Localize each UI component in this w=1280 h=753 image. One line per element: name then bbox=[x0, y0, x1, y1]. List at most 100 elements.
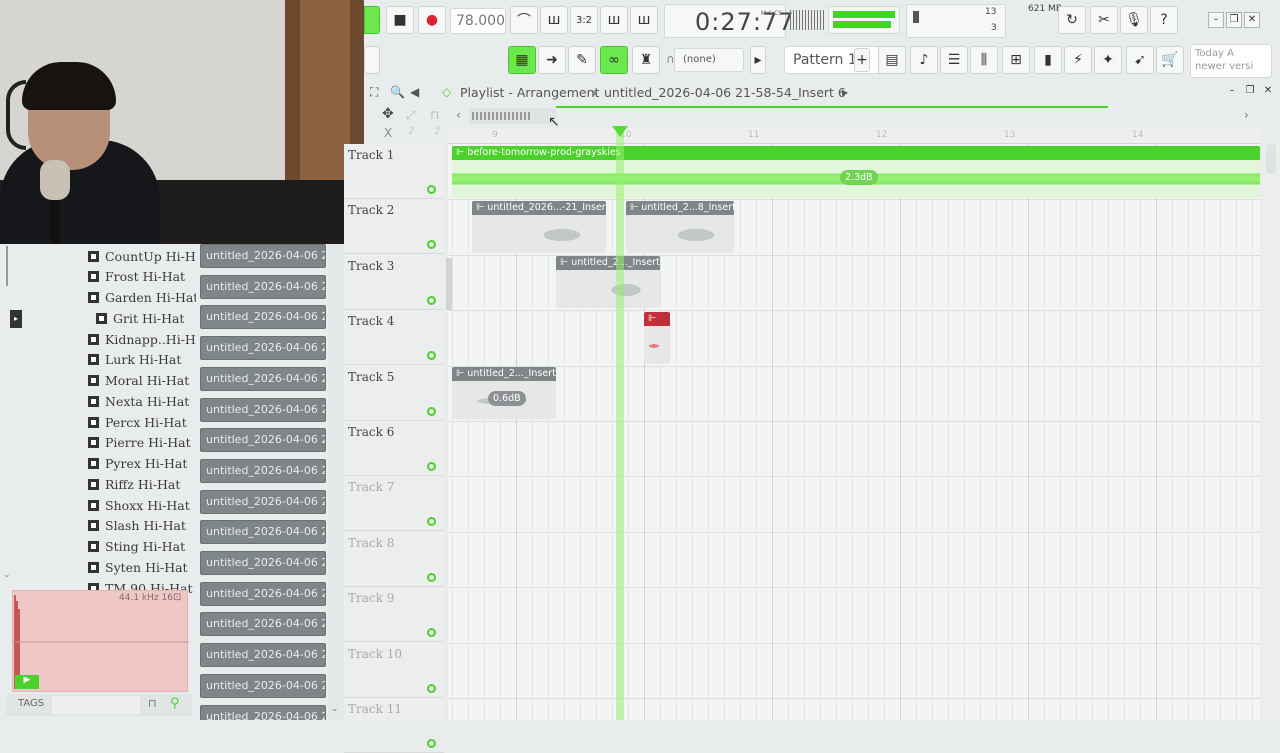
track-resize-handle[interactable] bbox=[446, 258, 452, 310]
time-display[interactable]: 0:27:77 M:S:CS bbox=[664, 4, 794, 38]
scroll-down-arrow-icon[interactable]: ⌄ bbox=[331, 704, 339, 714]
add-pattern-button[interactable]: + bbox=[854, 48, 870, 72]
mute-x-icon[interactable]: X bbox=[384, 126, 392, 140]
browser-item[interactable]: Kidnapp..Hi-Hat bbox=[88, 329, 208, 349]
track-mute-icon[interactable] bbox=[427, 295, 436, 305]
scroll-right-icon[interactable]: › bbox=[1244, 108, 1249, 122]
clip-source-item[interactable]: untitled_2026-04-06 21-... bbox=[200, 489, 326, 514]
track-mute-icon[interactable] bbox=[427, 628, 436, 638]
browser-item[interactable]: Garden Hi-Hat bbox=[88, 288, 198, 308]
browser-item[interactable]: Grit Hi-Hat bbox=[96, 308, 184, 328]
countdown-button[interactable]: 3:2 bbox=[570, 6, 598, 34]
clip-source-item[interactable]: untitled_2026-04-06 21-... bbox=[200, 643, 326, 668]
browser-item[interactable]: Percx Hi-Hat bbox=[88, 412, 187, 432]
stop-button[interactable]: ■ bbox=[386, 6, 414, 34]
search-icon[interactable]: ⚲ bbox=[170, 696, 180, 711]
track-mute-icon[interactable] bbox=[427, 683, 436, 693]
shop-button[interactable]: 🛒 bbox=[1156, 46, 1184, 74]
zoom-icon[interactable]: 🔍 bbox=[390, 85, 405, 99]
clip-source-item[interactable]: untitled_2026-04-06 21-... bbox=[200, 673, 326, 698]
browser-item[interactable]: Lurk Hi-Hat bbox=[88, 350, 181, 370]
clip-source-item[interactable]: untitled_2026-04-06 21-... bbox=[200, 397, 326, 422]
overview-scrollbar-thumb[interactable] bbox=[470, 108, 556, 124]
cut-tool-button[interactable]: ✂ bbox=[1090, 6, 1118, 34]
playlist-vertical-scrollbar[interactable] bbox=[1262, 144, 1280, 720]
step-edit-button[interactable]: ш bbox=[600, 6, 628, 34]
browser-item[interactable]: Pierre Hi-Hat bbox=[88, 433, 191, 453]
track-mute-icon[interactable] bbox=[427, 517, 436, 527]
browser-item[interactable]: Shoxx Hi-Hat bbox=[88, 495, 190, 515]
typing-keyboard-button[interactable]: ♜ bbox=[632, 46, 660, 74]
slip-icon[interactable]: ⤢ bbox=[406, 108, 416, 123]
playlist-minimize-button[interactable]: – bbox=[1224, 84, 1240, 100]
preview-menu-icon[interactable]: ⊡ bbox=[173, 592, 181, 603]
help-button[interactable]: ? bbox=[1150, 6, 1178, 34]
browser-item[interactable]: Syten Hi-Hat bbox=[88, 557, 188, 577]
clip-1-gain[interactable]: 2.3dB bbox=[840, 170, 878, 185]
channel-rack-button[interactable]: ☰ bbox=[940, 46, 968, 74]
audio-clip-1[interactable]: ⊩ before-tomorrow-prod-grayskies 2.3dB bbox=[452, 146, 1260, 198]
playlist-mode-button[interactable]: ▦ bbox=[508, 46, 536, 74]
pencil-tool-button[interactable]: ✎ bbox=[568, 46, 596, 74]
preview-play-icon[interactable]: ▶ bbox=[15, 675, 39, 689]
track-mute-icon[interactable] bbox=[427, 185, 436, 194]
clip-source-item[interactable]: untitled_2026-04-06 21-... bbox=[200, 244, 326, 268]
glue-icon[interactable]: ⊓ bbox=[430, 108, 439, 122]
clip-source-item[interactable]: untitled_2026-04-06 21-... bbox=[200, 305, 326, 330]
clip-6-gain[interactable]: 0.6dB bbox=[488, 391, 526, 406]
timeline-ruler[interactable]: 9 10 11 12 13 14 bbox=[448, 128, 1260, 144]
snap-selector[interactable]: (none) bbox=[674, 48, 744, 72]
track-header[interactable]: Track 8 bbox=[344, 532, 444, 587]
track-header[interactable]: Track 2 bbox=[344, 199, 444, 255]
clip-source-item[interactable]: untitled_2026-04-06 21-... bbox=[200, 458, 326, 483]
close-button[interactable]: ✕ bbox=[1244, 12, 1260, 28]
track-header[interactable]: Track 1 bbox=[344, 144, 444, 199]
audio-clip-6[interactable]: ⊩ untitled_2..._Insert 6 0.6dB bbox=[452, 367, 556, 419]
clip-source-item[interactable]: untitled_2026-04-06 21-... bbox=[200, 336, 326, 361]
mixer-button[interactable]: ⫼ bbox=[970, 46, 998, 74]
scroll-left-icon[interactable]: ‹ bbox=[456, 108, 461, 122]
piano-roll-button[interactable]: ♪ bbox=[910, 46, 938, 74]
speaker-icon[interactable]: ◀ bbox=[410, 85, 419, 99]
arrangement-grid[interactable]: ⊩ before-tomorrow-prod-grayskies 2.3dB ⊩… bbox=[448, 144, 1260, 720]
metronome-button[interactable]: ⌒ bbox=[510, 6, 538, 34]
mute-icon[interactable]: ♪ bbox=[408, 126, 414, 137]
track-header[interactable]: Track 6 bbox=[344, 421, 444, 476]
browser-item[interactable]: Riffz Hi-Hat bbox=[88, 474, 180, 494]
expand-arrow-icon[interactable]: ▸ bbox=[10, 310, 22, 328]
playlist-button[interactable]: ▤ bbox=[878, 46, 906, 74]
undo-history-button[interactable]: ↻ bbox=[1058, 6, 1086, 34]
pattern-prev-button[interactable]: ▸ bbox=[750, 46, 766, 74]
track-header[interactable]: Track 4 bbox=[344, 310, 444, 366]
audio-clip-5[interactable]: ⊩ bbox=[644, 312, 670, 364]
arrangement-name[interactable]: untitled_2026-04-06 21-58-54_Insert 6 bbox=[604, 85, 846, 100]
clip-source-item[interactable]: untitled_2026-04-06 21-... bbox=[200, 274, 326, 299]
track-header[interactable]: Track 11 bbox=[344, 698, 444, 753]
browser-button[interactable]: ▮ bbox=[1034, 46, 1062, 74]
track-mute-icon[interactable] bbox=[427, 572, 436, 582]
browser-item[interactable]: Sting Hi-Hat bbox=[88, 537, 185, 557]
folder-icon[interactable]: ⊓ bbox=[148, 697, 157, 710]
arrow-tool-button[interactable]: ➜ bbox=[538, 46, 566, 74]
playhead[interactable] bbox=[616, 128, 624, 720]
touch-controller-button[interactable]: ✦ bbox=[1094, 46, 1122, 74]
vscroll-thumb[interactable] bbox=[1266, 144, 1276, 174]
plugin-picker-button[interactable]: ⚡ bbox=[1064, 46, 1092, 74]
track-header[interactable]: Track 3 bbox=[344, 255, 444, 310]
audio-clip-2[interactable]: ⊩ untitled_2026...-21_Insert 6 bbox=[472, 201, 606, 253]
minimize-button[interactable]: – bbox=[1208, 12, 1224, 28]
browser-item[interactable]: Slash Hi-Hat bbox=[88, 516, 186, 536]
browser-item[interactable]: Moral Hi-Hat bbox=[88, 371, 189, 391]
playhead-marker-icon[interactable] bbox=[612, 126, 628, 137]
link-button[interactable]: ∞ bbox=[600, 46, 628, 74]
plugin-database-button[interactable]: ➹ bbox=[1126, 46, 1154, 74]
track-header[interactable]: Track 5 bbox=[344, 366, 444, 421]
clip-list-scrollbar[interactable]: ⌄ bbox=[328, 244, 344, 720]
tags-input[interactable] bbox=[52, 696, 140, 714]
track-mute-icon[interactable] bbox=[427, 351, 436, 361]
news-panel[interactable]: Today A newer versi bbox=[1190, 44, 1272, 78]
scroll-down-icon[interactable]: ⌄ bbox=[3, 570, 11, 580]
track-header[interactable]: Track 7 bbox=[344, 476, 444, 532]
audio-clip-3[interactable]: ⊩ untitled_2...8_Insert 6 bbox=[626, 201, 734, 253]
track-mute-icon[interactable] bbox=[427, 739, 436, 748]
